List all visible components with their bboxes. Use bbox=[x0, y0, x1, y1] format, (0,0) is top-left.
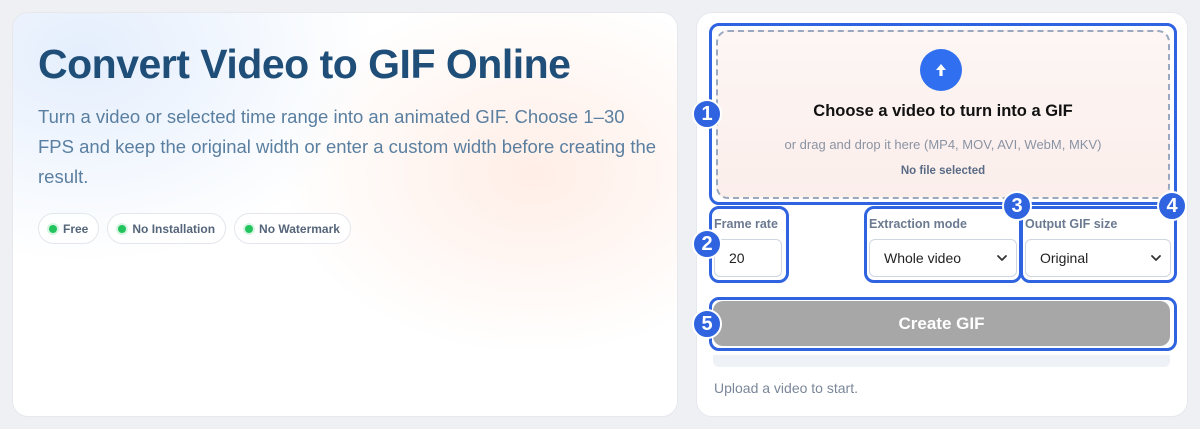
badge-label: No Installation bbox=[132, 221, 216, 236]
extraction-mode-label: Extraction mode bbox=[869, 217, 967, 231]
dropzone-title: Choose a video to turn into a GIF bbox=[813, 102, 1073, 120]
badge-no-watermark: No Watermark bbox=[234, 213, 351, 244]
status-dot-icon bbox=[49, 224, 57, 233]
badge-no-installation: No Installation bbox=[107, 213, 227, 244]
progress-bar bbox=[713, 355, 1170, 367]
output-size-label: Output GIF size bbox=[1025, 217, 1118, 231]
extraction-mode-select[interactable]: Whole video bbox=[869, 239, 1017, 277]
extraction-mode-value: Whole video bbox=[884, 250, 962, 266]
annotation-badge-2: 2 bbox=[692, 229, 722, 259]
output-size-value: Original bbox=[1040, 250, 1089, 266]
annotation-badge-1: 1 bbox=[692, 99, 722, 129]
status-dot-icon bbox=[245, 224, 254, 233]
annotation-badge-3: 3 bbox=[1002, 191, 1032, 221]
arrow-up-icon bbox=[936, 64, 946, 76]
annotation-badge-4: 4 bbox=[1157, 191, 1187, 221]
status-message: Upload a video to start. bbox=[714, 380, 858, 396]
feature-badges: Free No Installation No Watermark bbox=[38, 213, 351, 244]
page-description: Turn a video or selected time range into… bbox=[38, 106, 657, 187]
frame-rate-label: Frame rate bbox=[714, 217, 778, 231]
create-gif-button[interactable]: Create GIF bbox=[713, 301, 1170, 346]
hero-card: Convert Video to GIF Online Turn a video… bbox=[12, 12, 678, 417]
dropzone-subtitle: or drag and drop it here (MP4, MOV, AVI,… bbox=[784, 137, 1102, 152]
annotation-badge-5: 5 bbox=[692, 309, 722, 339]
output-size-select[interactable]: Original bbox=[1025, 239, 1171, 277]
chevron-down-icon bbox=[1151, 255, 1161, 261]
badge-label: No Watermark bbox=[259, 221, 340, 236]
upload-button[interactable] bbox=[920, 49, 962, 91]
frame-rate-input[interactable]: 20 bbox=[714, 239, 782, 277]
chevron-down-icon bbox=[997, 255, 1007, 261]
badge-free: Free bbox=[38, 213, 100, 244]
frame-rate-value: 20 bbox=[729, 250, 745, 266]
badge-label: Free bbox=[63, 221, 89, 236]
status-dot-icon bbox=[118, 224, 127, 233]
page-title: Convert Video to GIF Online bbox=[38, 41, 571, 87]
file-status: No file selected bbox=[900, 165, 986, 177]
